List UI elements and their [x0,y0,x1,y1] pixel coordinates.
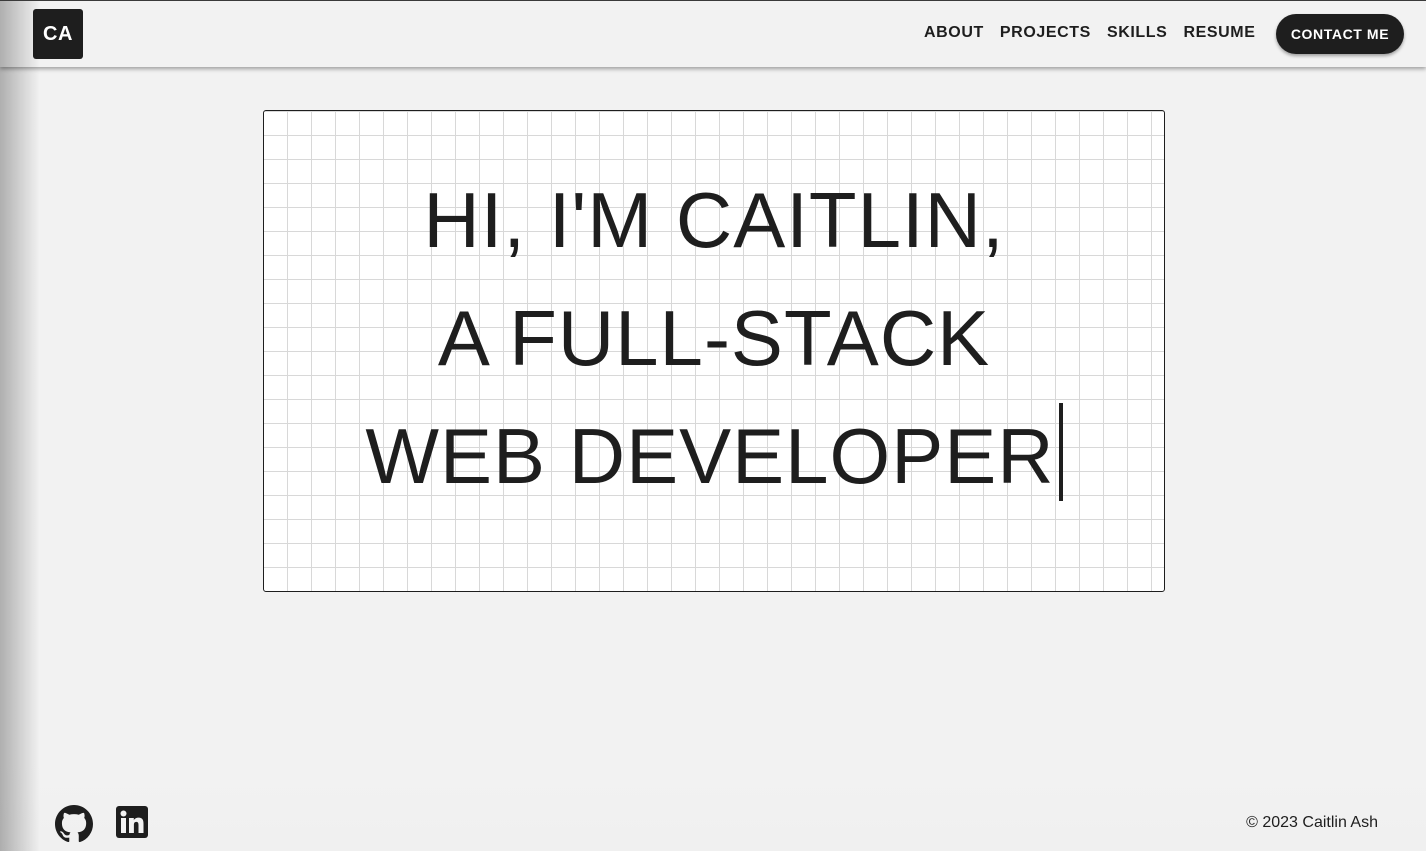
hero-card: HI, I'M CAITLIN, A FULL-STACK WEB DEVELO… [263,110,1165,592]
typing-cursor [1058,403,1063,501]
hero-heading: HI, I'M CAITLIN, A FULL-STACK WEB DEVELO… [264,161,1164,515]
hero-line-2: A FULL-STACK [437,294,991,382]
nav-projects-link[interactable]: PROJECTS [1000,22,1091,44]
nav-resume-link[interactable]: RESUME [1183,22,1255,44]
hero-line-3-text: WEB DEVELOPER [365,412,1055,500]
nav-skills-link[interactable]: SKILLS [1107,22,1168,44]
nav-about-link[interactable]: ABOUT [924,22,984,44]
copyright-text: © 2023 Caitlin Ash [1246,814,1378,831]
hero-line-3: WEB DEVELOPER [264,397,1164,515]
site-header: CA ABOUT PROJECTS SKILLS RESUME CONTACT … [0,0,1426,67]
social-links [55,805,153,843]
site-footer: © 2023 Caitlin Ash [0,765,1426,851]
left-edge-shadow [0,0,40,851]
github-icon[interactable] [55,805,93,843]
main-nav: ABOUT PROJECTS SKILLS RESUME [924,22,1256,44]
contact-me-button[interactable]: CONTACT ME [1276,14,1404,54]
linkedin-icon[interactable] [115,805,153,843]
logo-button[interactable]: CA [33,9,83,59]
hero-line-1: HI, I'M CAITLIN, [423,176,1005,264]
top-border [0,0,1426,1]
